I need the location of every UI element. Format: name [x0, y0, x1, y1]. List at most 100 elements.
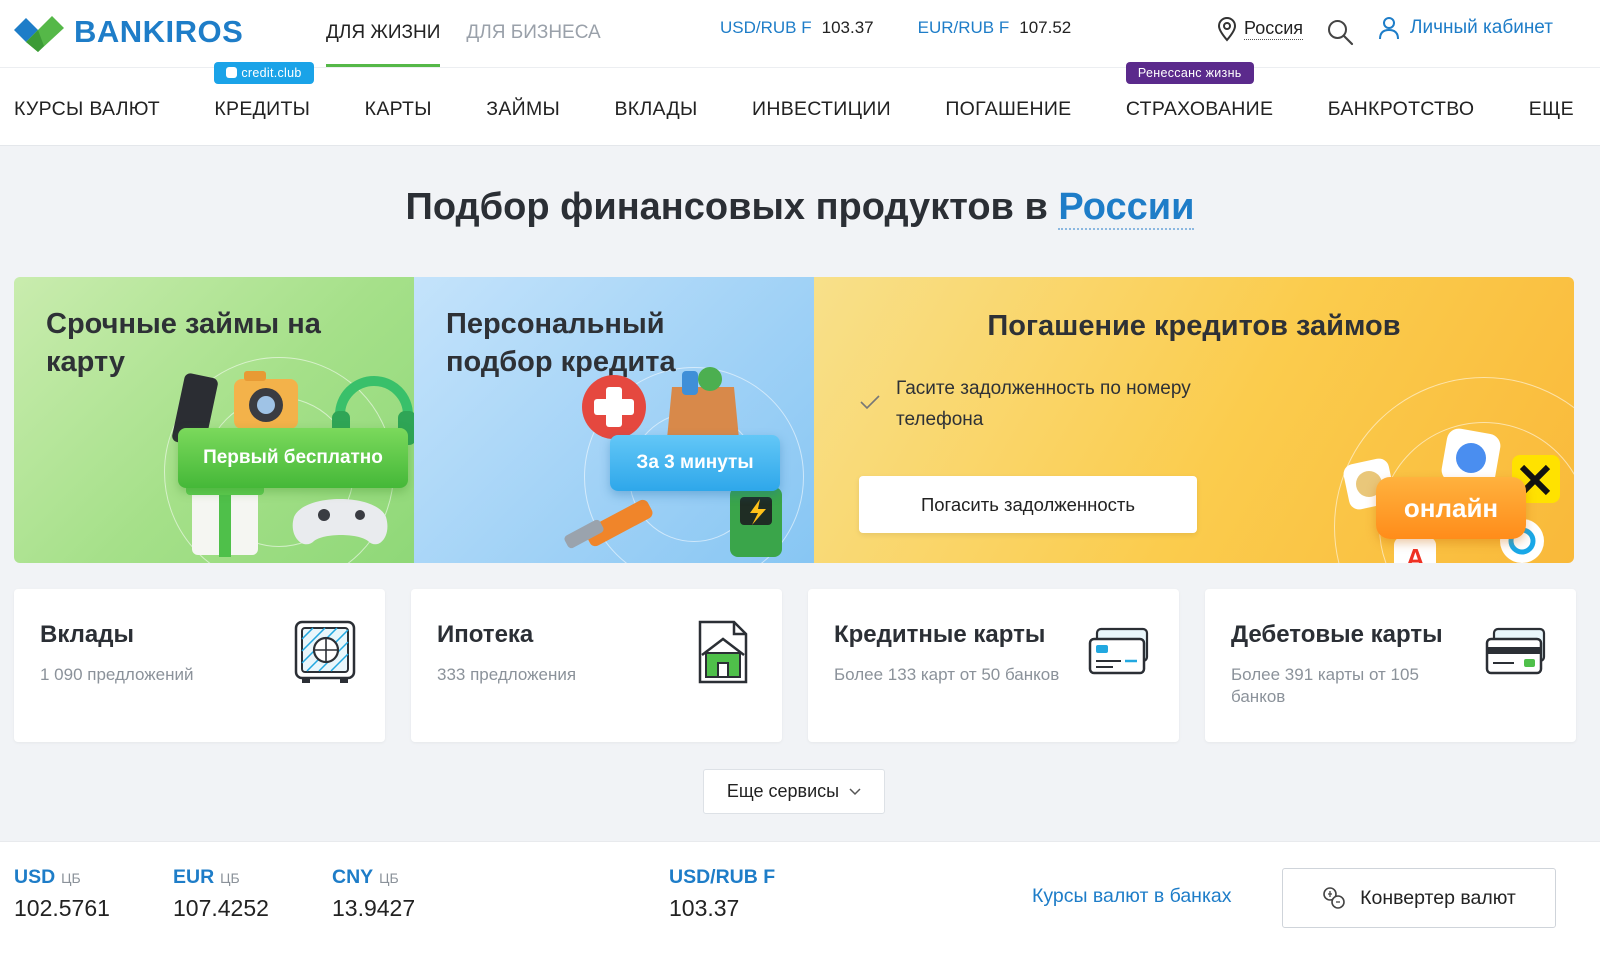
- three-minutes-tag: За 3 минуты: [610, 435, 780, 491]
- card-title: Дебетовые карты: [1231, 621, 1443, 648]
- card-title: Вклады: [40, 621, 134, 648]
- more-services-button[interactable]: Еще сервисы: [703, 769, 885, 814]
- tab-for-life[interactable]: ДЛЯ ЖИЗНИ: [326, 0, 441, 67]
- nav-item-deposits[interactable]: ВКЛАДЫ: [614, 94, 697, 121]
- nav-item-more[interactable]: ЕЩЕ: [1529, 94, 1574, 121]
- safe-icon: [294, 620, 356, 683]
- rate-pair: EUR/RUB F: [917, 18, 1010, 37]
- logo-text: BANKIROS: [74, 14, 244, 49]
- nav-item-label: ИНВЕСТИЦИИ: [752, 97, 891, 120]
- rate-value: 102.5761: [14, 895, 110, 921]
- region-highlight-link[interactable]: России: [1058, 186, 1195, 230]
- nav-item-label: ПОГАШЕНИЕ: [945, 97, 1072, 120]
- checkmark-icon: [860, 395, 880, 410]
- nav-item-investments[interactable]: ИНВЕСТИЦИИ: [752, 94, 891, 121]
- renaissance-badge: Ренессанс жизнь: [1125, 61, 1254, 84]
- card-title: Ипотека: [437, 621, 534, 648]
- card-debit-cards[interactable]: Дебетовые карты Более 391 карты от 105 б…: [1205, 589, 1576, 742]
- nav-item-label: СТРАХОВАНИЕ: [1125, 97, 1274, 120]
- card-mortgage[interactable]: Ипотека 333 предложения: [411, 589, 782, 742]
- rate-value: 13.9427: [332, 895, 416, 921]
- rate-value: 107.4252: [173, 895, 269, 921]
- segment-tabs: ДЛЯ ЖИЗНИ ДЛЯ БИЗНЕСА: [326, 0, 601, 67]
- online-tag: онлайн: [1376, 477, 1526, 539]
- search-icon[interactable]: [1326, 18, 1354, 46]
- promo-loan-repayment: Погашение кредитов займов Гасите задолже…: [814, 277, 1574, 563]
- rate-pair: USD/RUB F: [720, 18, 812, 37]
- converter-label: Конвертер валют: [1360, 886, 1516, 909]
- card-subtitle: 333 предложения: [437, 665, 577, 684]
- rate-eur-rub-f[interactable]: EUR/RUB F 107.52: [918, 18, 1072, 38]
- repay-debt-button[interactable]: Погасить задолженность: [859, 476, 1197, 533]
- logo[interactable]: BANKIROS: [14, 12, 243, 52]
- promo-title: Погашение кредитов займов: [987, 310, 1401, 342]
- currency-exchange-icon: [1323, 887, 1345, 909]
- feature-line: Гасите задолженность по номеру телефона: [858, 373, 1226, 435]
- rate-value: 103.37: [821, 18, 874, 37]
- bank-rates-link[interactable]: Курсы валют в банках: [1032, 885, 1232, 908]
- account-link[interactable]: Личный кабинет: [1378, 16, 1553, 40]
- user-icon: [1379, 17, 1399, 40]
- nav-item-repayment[interactable]: ПОГАШЕНИЕ: [945, 94, 1071, 121]
- rate-source: ЦБ: [220, 870, 240, 886]
- badge-label: Ренессанс жизнь: [1137, 65, 1242, 80]
- rate-code: CNY: [332, 866, 374, 888]
- card-deposits[interactable]: Вклады 1 090 предложений: [14, 589, 385, 742]
- logo-mark-icon: [14, 16, 64, 52]
- nav-item-label: КРЕДИТЫ: [214, 97, 311, 120]
- currency-rates-bar: USD ЦБ 102.5761 EUR ЦБ 107.4252 CNY ЦБ 13.9…: [0, 841, 1600, 955]
- card-subtitle: Более 133 карт от 50 банков: [834, 665, 1060, 684]
- more-services-label: Еще сервисы: [726, 781, 840, 801]
- nav-item-label: КАРТЫ: [364, 97, 432, 120]
- nav-item-label: ЗАЙМЫ: [486, 97, 561, 120]
- rate-value: 103.37: [669, 895, 740, 921]
- currency-converter-button[interactable]: Конвертер валют: [1282, 868, 1556, 928]
- futures-rates: USD/RUB F 103.37 EUR/RUB F 107.52: [720, 18, 1071, 38]
- nav-item-label: ЕЩЕ: [1528, 97, 1574, 120]
- credit-card-icon: [1088, 627, 1149, 675]
- rate-cny-cb[interactable]: CNY ЦБ 13.9427: [332, 866, 415, 922]
- card-title: Кредитные карты: [834, 621, 1046, 648]
- nav-item-label: КУРСЫ ВАЛЮТ: [14, 97, 160, 120]
- rate-code: USD/RUB F: [669, 866, 776, 888]
- rate-usd-rub-futures[interactable]: USD/RUB F 103.37: [669, 866, 775, 922]
- svg-text:A: A: [1406, 543, 1425, 563]
- nav-item-currency-rates[interactable]: КУРСЫ ВАЛЮТ: [14, 94, 160, 121]
- nav-item-loans[interactable]: ЗАЙМЫ: [486, 94, 560, 121]
- promo-personal-credit[interactable]: Персональный подбор кредита За 3 минуты: [414, 277, 814, 563]
- site-header: BANKIROS ДЛЯ ЖИЗНИ ДЛЯ БИЗНЕСА USD/RUB F…: [0, 0, 1600, 146]
- location-pin-icon: [1217, 17, 1237, 42]
- debit-card-icon: [1485, 627, 1546, 675]
- rate-usd-cb[interactable]: USD ЦБ 102.5761: [14, 866, 110, 922]
- card-subtitle: Более 391 карты от 105 банков: [1231, 665, 1419, 706]
- nav-item-label: БАНКРОТСТВО: [1327, 97, 1475, 120]
- card-credit-cards[interactable]: Кредитные карты Более 133 карт от 50 бан…: [808, 589, 1179, 742]
- promo-urgent-loans[interactable]: Срочные займы на карту Первый бесплатно: [14, 277, 414, 563]
- rate-code: EUR: [173, 866, 215, 888]
- title-prefix: Подбор финансовых продуктов в: [405, 186, 1059, 228]
- rate-code: USD: [14, 866, 56, 888]
- nav-item-cards[interactable]: КАРТЫ: [365, 94, 432, 121]
- account-label: Личный кабинет: [1410, 17, 1553, 38]
- nav-item-bankruptcy[interactable]: БАНКРОТСТВО: [1328, 94, 1475, 121]
- rate-source: ЦБ: [379, 870, 399, 886]
- feature-text: Гасите задолженность по номеру телефона: [896, 378, 1191, 430]
- rate-eur-cb[interactable]: EUR ЦБ 107.4252: [173, 866, 269, 922]
- house-document-icon: [698, 620, 748, 684]
- rate-value: 107.52: [1019, 18, 1072, 37]
- rate-source: ЦБ: [61, 870, 81, 886]
- badge-label: credit.club: [241, 65, 302, 80]
- nav-item-credits[interactable]: credit.club КРЕДИТЫ: [214, 61, 314, 121]
- main-nav: КУРСЫ ВАЛЮТ credit.club КРЕДИТЫ КАРТЫ ЗА…: [14, 61, 1574, 146]
- card-subtitle: 1 090 предложений: [40, 665, 194, 684]
- region-label: Россия: [1244, 18, 1304, 40]
- nav-item-insurance[interactable]: Ренессанс жизнь СТРАХОВАНИЕ: [1125, 61, 1274, 121]
- region-selector[interactable]: Россия: [1216, 16, 1304, 42]
- page-title: Подбор финансовых продуктов в России: [0, 186, 1600, 230]
- first-free-tag: Первый бесплатно: [178, 428, 408, 488]
- rate-usd-rub-f[interactable]: USD/RUB F 103.37: [720, 18, 874, 38]
- credit-club-badge: credit.club: [214, 61, 314, 84]
- nav-item-label: ВКЛАДЫ: [614, 97, 698, 120]
- chevron-down-icon: [849, 787, 861, 795]
- tab-for-business[interactable]: ДЛЯ БИЗНЕСА: [466, 0, 600, 66]
